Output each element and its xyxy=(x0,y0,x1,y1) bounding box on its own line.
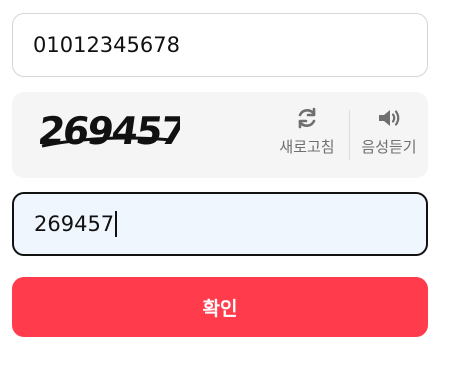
captcha-answer-value: 269457 xyxy=(34,212,115,236)
audio-captcha-button[interactable]: 음성듣기 xyxy=(356,106,422,157)
captcha-answer-input[interactable]: 269457 xyxy=(12,192,428,256)
text-caret xyxy=(115,211,117,237)
refresh-label: 새로고침 xyxy=(279,138,335,156)
captcha-image-text: 269457 xyxy=(40,110,180,154)
divider xyxy=(349,110,350,160)
captcha-image: 269457 xyxy=(40,110,180,154)
confirm-button-label: 확인 xyxy=(202,297,238,320)
refresh-captcha-button[interactable]: 새로고침 xyxy=(274,106,340,157)
speaker-icon xyxy=(379,110,400,126)
captcha-panel: 269457 새로고침 음성듣기 xyxy=(12,92,428,178)
refresh-icon xyxy=(298,107,316,129)
confirm-button[interactable]: 확인 xyxy=(12,277,428,337)
phone-input-value: 01012345678 xyxy=(33,33,180,57)
audio-label: 음성듣기 xyxy=(361,138,417,156)
phone-input[interactable]: 01012345678 xyxy=(12,13,428,77)
